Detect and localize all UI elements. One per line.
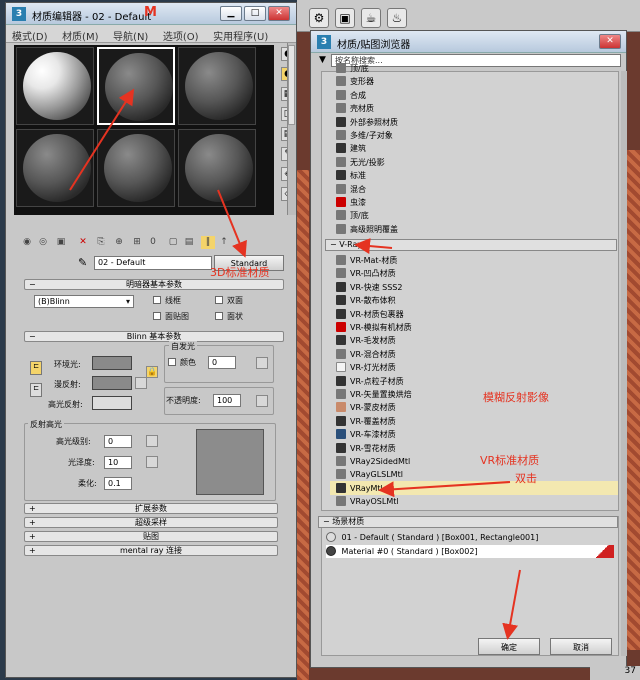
arrow-to-slot bbox=[69, 88, 135, 191]
arrow-to-standard bbox=[217, 189, 247, 258]
annotation-arrows bbox=[69, 88, 521, 640]
corner-indicator: 37 bbox=[590, 666, 640, 680]
arrow-to-ok bbox=[502, 569, 521, 640]
arrow-to-vray bbox=[354, 238, 393, 255]
arrow-to-vraymtl bbox=[378, 481, 511, 498]
